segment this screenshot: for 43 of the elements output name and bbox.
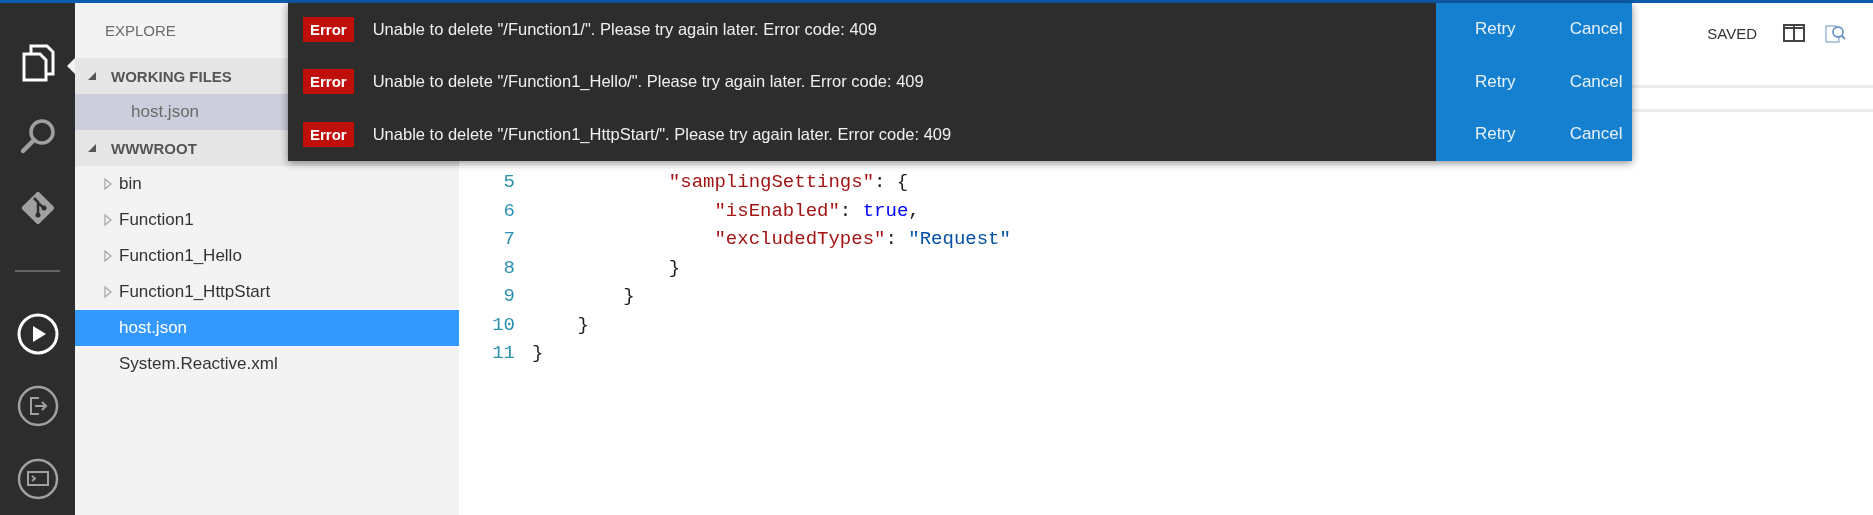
notification-message: Unable to delete "/Function1/". Please try again later. Error code: 409 [372,19,878,39]
retry-button[interactable]: Retry [1467,15,1524,44]
caret-icon [87,71,97,81]
tree-item[interactable]: host.json [75,310,459,346]
retry-button[interactable]: Retry [1467,67,1524,96]
code-line: } [622,285,635,308]
split-editor-icon[interactable] [1783,24,1805,42]
line-number: 10 [491,313,515,336]
code-line: } [576,313,589,336]
file-name: bin [119,174,142,194]
error-badge: Error [303,16,354,42]
code-line: } [667,256,681,279]
line-number: 6 [502,199,515,222]
tree-item[interactable]: Function1 [75,202,459,238]
tree-item[interactable]: bin [75,166,459,202]
error-badge: Error [303,69,354,95]
line-number: 8 [502,256,515,279]
file-name: Function1_Hello [119,246,242,266]
line-number: 9 [502,285,515,308]
retry-button[interactable]: Retry [1467,120,1524,149]
file-name: Function1_HttpStart [119,282,271,302]
error-badge: Error [303,121,354,147]
save-status: SAVED [1707,24,1757,42]
line-number: 7 [502,228,515,251]
tree-item[interactable]: System.Reactive.xml [75,346,459,382]
search-document-icon[interactable] [1823,22,1847,44]
file-name: System.Reactive.xml [119,354,278,374]
sidebar-title: EXPLORE [104,21,176,41]
tree-item[interactable]: Function1_Hello [75,238,459,274]
file-name: host.json [119,318,188,338]
code-line: "samplingSettings": { [667,171,909,194]
line-number: 5 [502,171,515,194]
tree-item[interactable]: Function1_HttpStart [75,274,459,310]
code-line: "isEnabled": true, [713,199,920,222]
file-name: host.json [131,102,200,122]
cancel-button[interactable]: Cancel [1561,15,1631,44]
line-number: 11 [491,342,515,365]
caret-icon [87,143,97,153]
code-line: } [532,342,544,365]
code-line: "excludedTypes": "Request" [713,228,1011,251]
file-name: Function1 [119,210,194,230]
cancel-button[interactable]: Cancel [1561,67,1631,96]
cancel-button[interactable]: Cancel [1561,120,1631,149]
